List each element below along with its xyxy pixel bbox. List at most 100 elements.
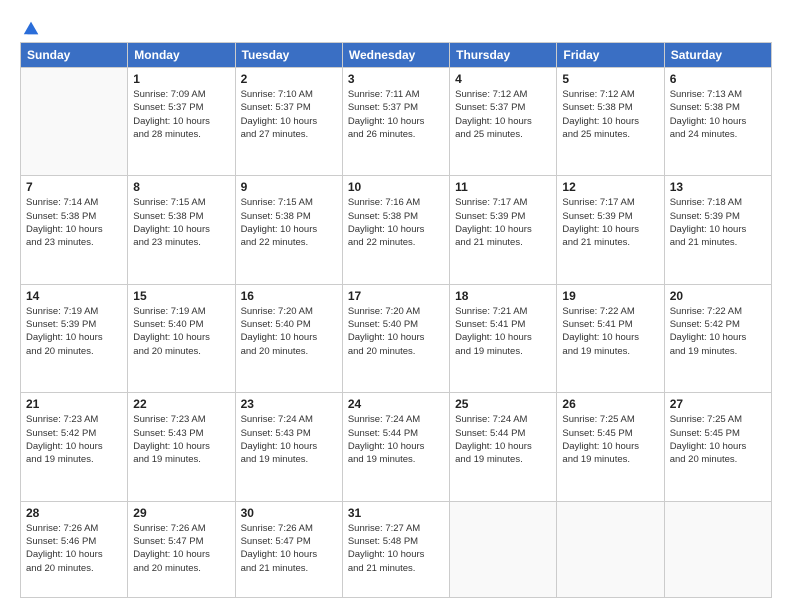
col-header-tuesday: Tuesday [235, 43, 342, 68]
calendar-cell: 20Sunrise: 7:22 AMSunset: 5:42 PMDayligh… [664, 284, 771, 392]
cell-line: Sunset: 5:37 PM [133, 101, 229, 114]
calendar-week-row: 1Sunrise: 7:09 AMSunset: 5:37 PMDaylight… [21, 68, 772, 176]
calendar-cell: 5Sunrise: 7:12 AMSunset: 5:38 PMDaylight… [557, 68, 664, 176]
calendar-week-row: 7Sunrise: 7:14 AMSunset: 5:38 PMDaylight… [21, 176, 772, 284]
cell-line: Sunrise: 7:13 AM [670, 88, 766, 101]
cell-line: Sunrise: 7:09 AM [133, 88, 229, 101]
calendar-table: SundayMondayTuesdayWednesdayThursdayFrid… [20, 42, 772, 598]
day-number: 4 [455, 72, 551, 86]
cell-line: Sunset: 5:43 PM [133, 427, 229, 440]
cell-line: Daylight: 10 hours [133, 548, 229, 561]
calendar-cell: 11Sunrise: 7:17 AMSunset: 5:39 PMDayligh… [450, 176, 557, 284]
day-number: 30 [241, 506, 337, 520]
cell-line: Daylight: 10 hours [455, 115, 551, 128]
calendar-cell: 3Sunrise: 7:11 AMSunset: 5:37 PMDaylight… [342, 68, 449, 176]
day-number: 27 [670, 397, 766, 411]
day-number: 7 [26, 180, 122, 194]
cell-line: and 21 minutes. [348, 562, 444, 575]
cell-line: Sunrise: 7:18 AM [670, 196, 766, 209]
cell-line: Sunrise: 7:24 AM [455, 413, 551, 426]
cell-line: Sunset: 5:45 PM [670, 427, 766, 440]
calendar-cell: 10Sunrise: 7:16 AMSunset: 5:38 PMDayligh… [342, 176, 449, 284]
cell-line: Sunrise: 7:23 AM [133, 413, 229, 426]
calendar-cell: 17Sunrise: 7:20 AMSunset: 5:40 PMDayligh… [342, 284, 449, 392]
cell-line: and 24 minutes. [670, 128, 766, 141]
calendar-cell: 25Sunrise: 7:24 AMSunset: 5:44 PMDayligh… [450, 393, 557, 501]
cell-line: Sunset: 5:47 PM [133, 535, 229, 548]
cell-line: Sunset: 5:39 PM [26, 318, 122, 331]
cell-line: Sunset: 5:38 PM [562, 101, 658, 114]
day-number: 26 [562, 397, 658, 411]
day-number: 21 [26, 397, 122, 411]
cell-line: and 20 minutes. [26, 562, 122, 575]
cell-line: and 19 minutes. [562, 453, 658, 466]
cell-line: and 20 minutes. [670, 453, 766, 466]
cell-line: Daylight: 10 hours [133, 115, 229, 128]
cell-line: Sunrise: 7:23 AM [26, 413, 122, 426]
day-number: 17 [348, 289, 444, 303]
calendar-cell [21, 68, 128, 176]
cell-line: Sunrise: 7:12 AM [562, 88, 658, 101]
cell-line: Daylight: 10 hours [26, 331, 122, 344]
day-number: 22 [133, 397, 229, 411]
cell-line: Sunset: 5:40 PM [348, 318, 444, 331]
day-number: 19 [562, 289, 658, 303]
cell-line: Sunrise: 7:15 AM [241, 196, 337, 209]
calendar-cell: 22Sunrise: 7:23 AMSunset: 5:43 PMDayligh… [128, 393, 235, 501]
calendar-cell: 4Sunrise: 7:12 AMSunset: 5:37 PMDaylight… [450, 68, 557, 176]
calendar-cell: 15Sunrise: 7:19 AMSunset: 5:40 PMDayligh… [128, 284, 235, 392]
cell-line: Daylight: 10 hours [670, 223, 766, 236]
cell-line: Sunrise: 7:20 AM [241, 305, 337, 318]
day-number: 2 [241, 72, 337, 86]
col-header-thursday: Thursday [450, 43, 557, 68]
cell-line: Sunset: 5:38 PM [348, 210, 444, 223]
cell-line: Daylight: 10 hours [348, 440, 444, 453]
cell-line: and 21 minutes. [241, 562, 337, 575]
day-number: 18 [455, 289, 551, 303]
cell-line: Sunrise: 7:16 AM [348, 196, 444, 209]
cell-line: Daylight: 10 hours [241, 331, 337, 344]
cell-line: Daylight: 10 hours [670, 115, 766, 128]
calendar-week-row: 28Sunrise: 7:26 AMSunset: 5:46 PMDayligh… [21, 501, 772, 597]
cell-line: Daylight: 10 hours [348, 548, 444, 561]
cell-line: Daylight: 10 hours [26, 548, 122, 561]
cell-line: Sunrise: 7:26 AM [241, 522, 337, 535]
day-number: 13 [670, 180, 766, 194]
cell-line: Sunrise: 7:20 AM [348, 305, 444, 318]
cell-line: Sunset: 5:42 PM [670, 318, 766, 331]
cell-line: Sunset: 5:47 PM [241, 535, 337, 548]
logo [20, 18, 40, 32]
page: SundayMondayTuesdayWednesdayThursdayFrid… [0, 0, 792, 612]
cell-line: Sunrise: 7:15 AM [133, 196, 229, 209]
day-number: 15 [133, 289, 229, 303]
cell-line: and 19 minutes. [670, 345, 766, 358]
col-header-friday: Friday [557, 43, 664, 68]
calendar-cell [557, 501, 664, 597]
day-number: 3 [348, 72, 444, 86]
cell-line: Sunset: 5:41 PM [455, 318, 551, 331]
cell-line: and 19 minutes. [455, 345, 551, 358]
cell-line: and 20 minutes. [26, 345, 122, 358]
cell-line: Sunrise: 7:12 AM [455, 88, 551, 101]
cell-line: and 22 minutes. [241, 236, 337, 249]
cell-line: Sunset: 5:43 PM [241, 427, 337, 440]
day-number: 8 [133, 180, 229, 194]
cell-line: Sunrise: 7:11 AM [348, 88, 444, 101]
calendar-cell: 14Sunrise: 7:19 AMSunset: 5:39 PMDayligh… [21, 284, 128, 392]
cell-line: and 19 minutes. [26, 453, 122, 466]
cell-line: and 26 minutes. [348, 128, 444, 141]
calendar-cell [664, 501, 771, 597]
cell-line: Sunrise: 7:25 AM [562, 413, 658, 426]
day-number: 28 [26, 506, 122, 520]
calendar-week-row: 14Sunrise: 7:19 AMSunset: 5:39 PMDayligh… [21, 284, 772, 392]
cell-line: Sunset: 5:38 PM [26, 210, 122, 223]
cell-line: Daylight: 10 hours [133, 331, 229, 344]
cell-line: Sunset: 5:38 PM [133, 210, 229, 223]
cell-line: and 21 minutes. [670, 236, 766, 249]
cell-line: Sunset: 5:44 PM [455, 427, 551, 440]
cell-line: Sunrise: 7:21 AM [455, 305, 551, 318]
cell-line: and 23 minutes. [133, 236, 229, 249]
calendar-cell: 9Sunrise: 7:15 AMSunset: 5:38 PMDaylight… [235, 176, 342, 284]
cell-line: Daylight: 10 hours [26, 223, 122, 236]
cell-line: and 20 minutes. [241, 345, 337, 358]
